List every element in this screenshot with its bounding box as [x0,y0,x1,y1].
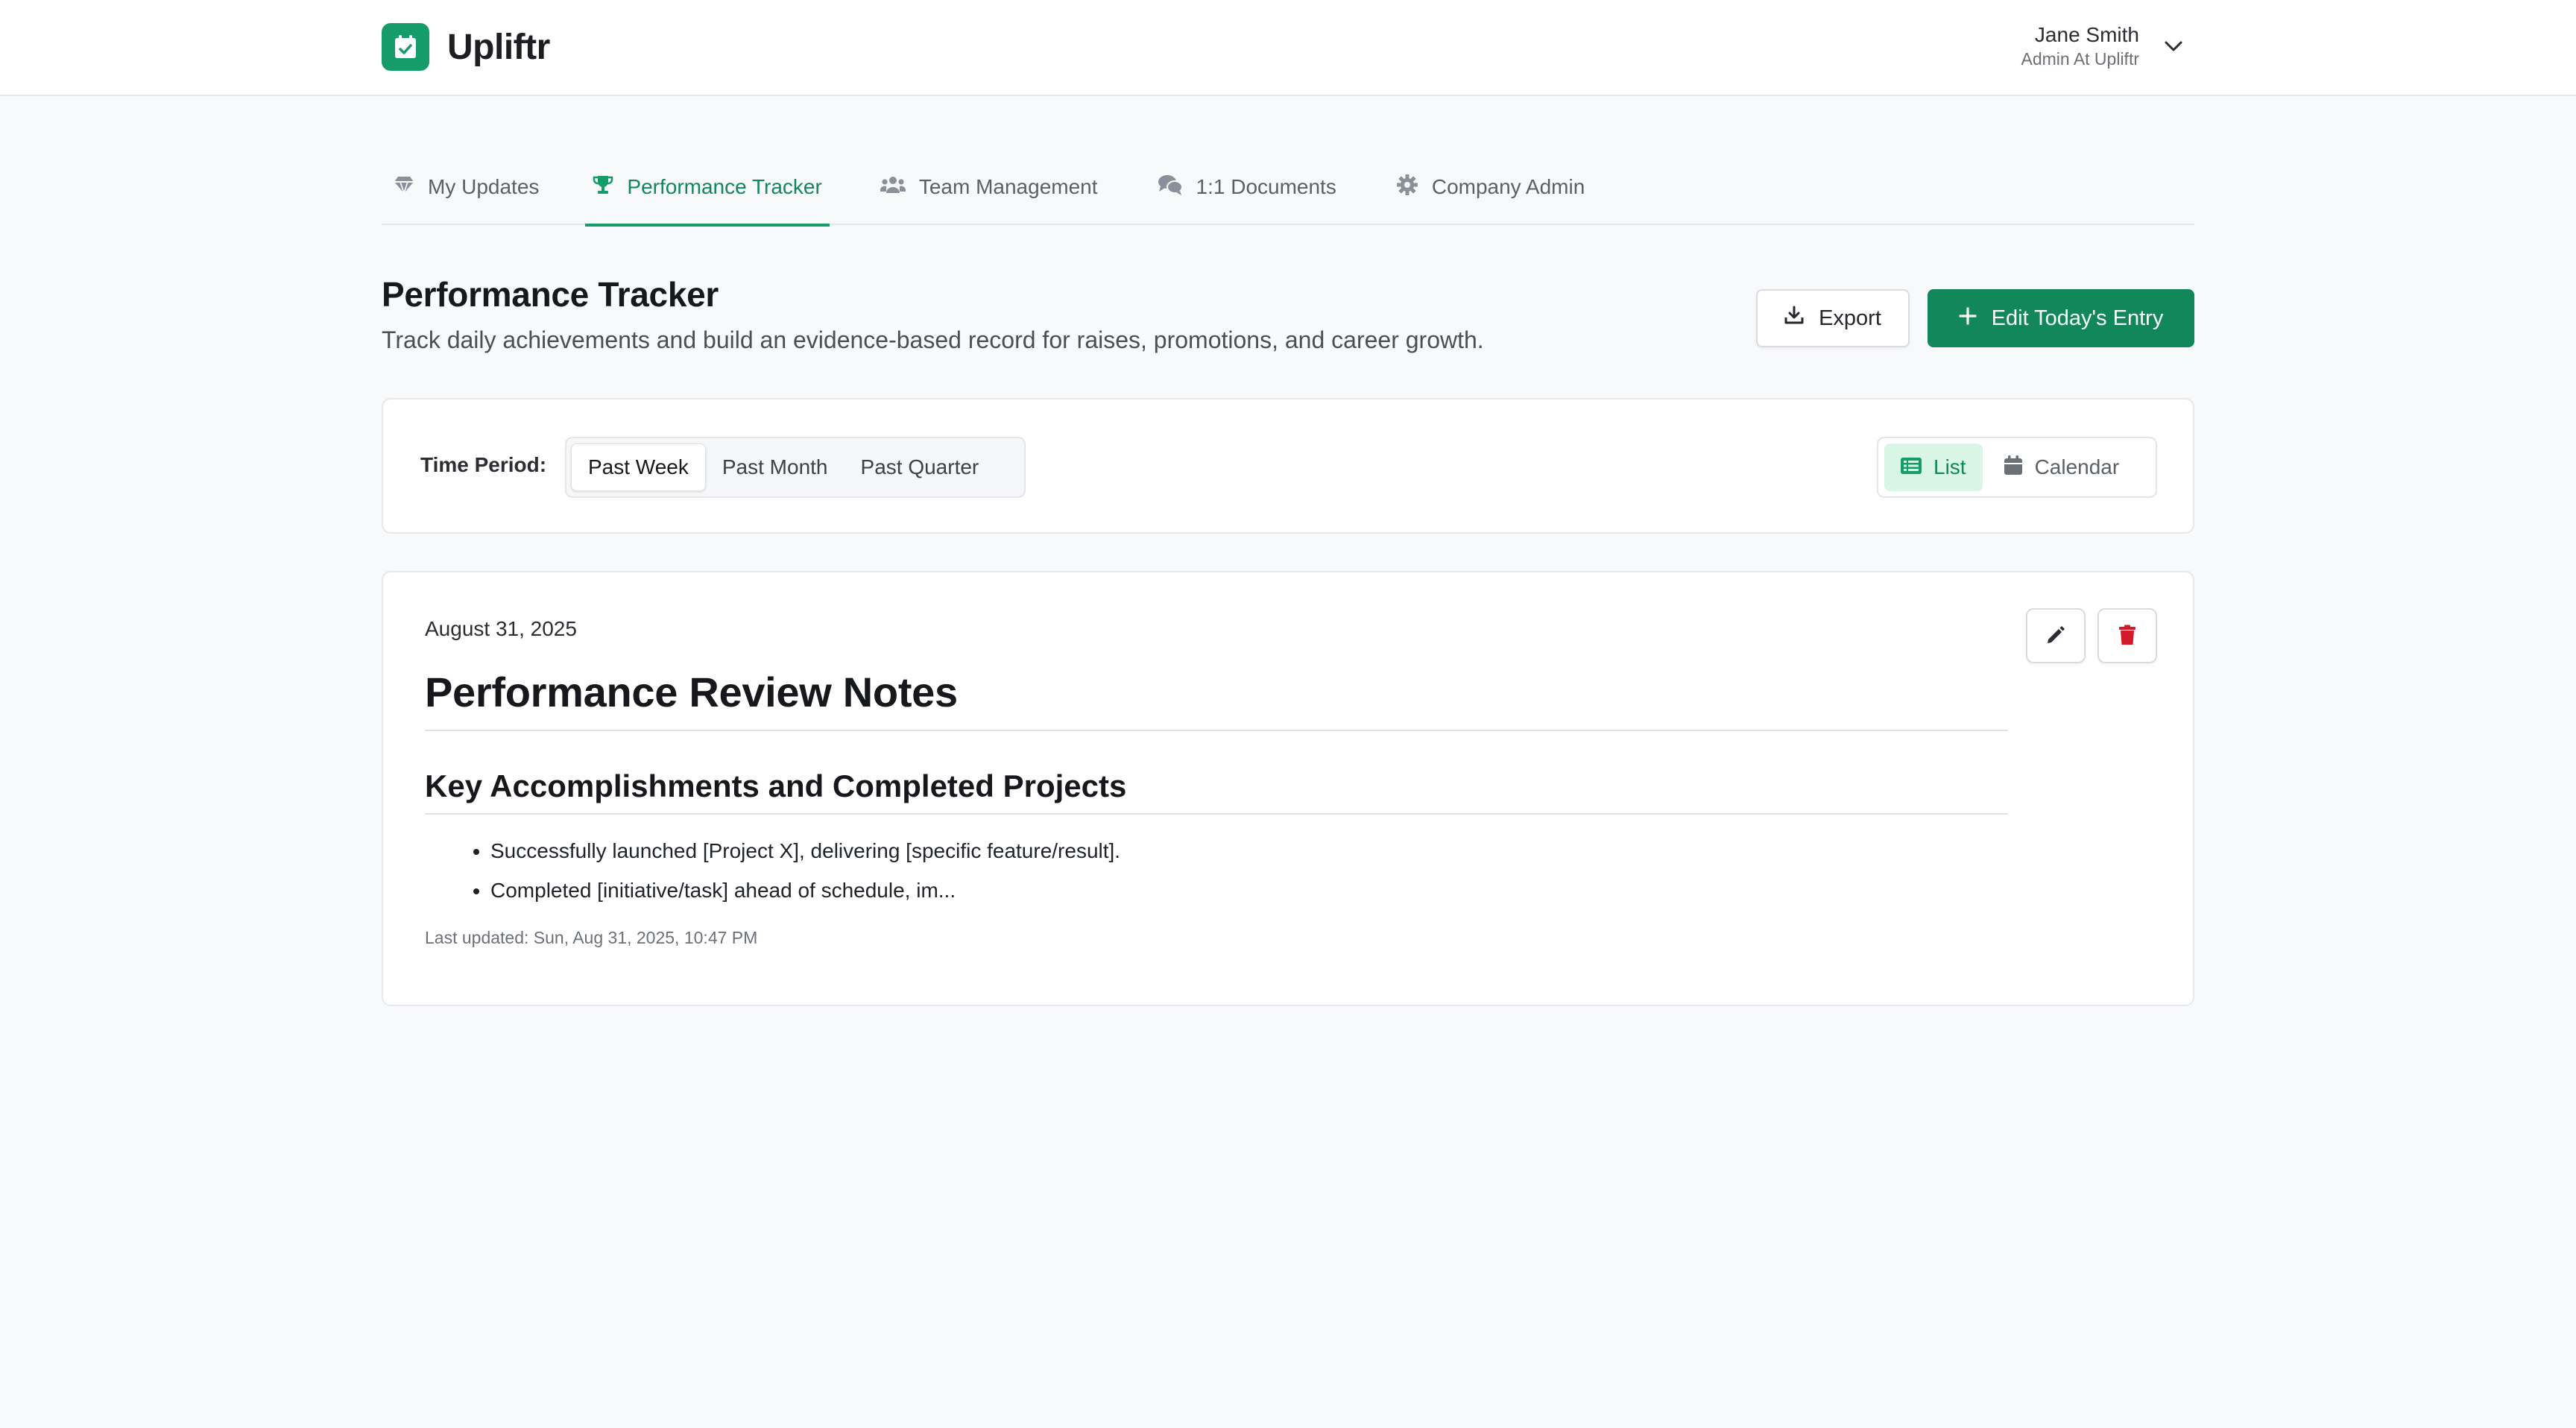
page-actions: Export Edit Today's Entry [1756,289,2194,347]
list-item: Successfully launched [Project X], deliv… [490,831,2008,871]
filter-card: Time Period: Past Week Past Month Past Q… [382,398,2194,534]
gem-icon [394,175,428,200]
delete-entry-button[interactable] [2097,608,2157,663]
entry-heading: Performance Review Notes [425,668,2008,731]
entry-date: August 31, 2025 [425,617,577,640]
user-menu[interactable]: Jane Smith Admin At Upliftr [2021,22,2186,70]
last-updated: Last updated: Sun, Aug 31, 2025, 10:47 P… [425,928,758,947]
entry-card: August 31, 2025 Performance Review Notes… [382,571,2194,1006]
comments-icon [1158,174,1196,201]
trophy-icon [593,174,627,200]
brand[interactable]: Upliftr [382,23,550,71]
view-list-label: List [1933,455,1966,478]
tab-company-admin[interactable]: Company Admin [1389,149,1592,225]
list-icon [1901,455,1933,479]
user-name: Jane Smith [2034,23,2139,46]
view-list-button[interactable]: List [1884,443,1983,491]
top-header: Upliftr Jane Smith Admin At Upliftr [0,0,2576,96]
tab-label: 1:1 Documents [1196,175,1336,198]
trash-icon [2118,625,2136,648]
period-past-month[interactable]: Past Month [706,443,845,491]
time-period-selector: Past Week Past Month Past Quarter [565,437,1026,498]
entry-actions [2026,608,2157,663]
time-period-label: Time Period: [420,453,547,476]
period-past-quarter[interactable]: Past Quarter [845,443,996,491]
export-button[interactable]: Export [1756,289,1910,347]
accomplishments-list: Successfully launched [Project X], deliv… [425,831,2008,910]
tab-my-updates[interactable]: My Updates [386,149,546,225]
calendar-icon [2004,455,2035,481]
chevron-down-icon[interactable] [2162,34,2185,58]
brand-name: Upliftr [447,27,550,67]
view-calendar-label: Calendar [2034,455,2120,478]
export-label: Export [1819,306,1881,330]
pencil-icon [2045,625,2066,648]
user-role: Admin At Upliftr [2021,49,2140,69]
main-nav-tabs: My Updates Performance Tracker Team Mana… [382,149,2194,227]
download-icon [1784,306,1819,331]
calendar-check-icon [382,23,429,71]
tab-label: Company Admin [1431,175,1585,198]
users-icon [880,175,919,200]
page-header: Performance Tracker Track daily achievem… [382,274,2194,364]
edit-todays-entry-button[interactable]: Edit Today's Entry [1928,289,2194,347]
edit-entry-button[interactable] [2026,608,2086,663]
gear-icon [1396,174,1432,201]
view-toggle: List Calendar [1877,437,2157,498]
edit-entry-label: Edit Today's Entry [1991,306,2164,330]
entry-subheading: Key Accomplishments and Completed Projec… [425,768,2008,815]
tab-performance-tracker[interactable]: Performance Tracker [585,149,830,227]
list-item: Completed [initiative/task] ahead of sch… [490,871,2008,910]
tab-1-1-documents[interactable]: 1:1 Documents [1150,149,1344,225]
tab-label: Performance Tracker [627,175,822,198]
plus-icon [1959,306,1992,331]
tab-label: Team Management [918,175,1098,198]
tab-label: My Updates [428,175,540,198]
tab-team-management[interactable]: Team Management [873,149,1105,225]
view-calendar-button[interactable]: Calendar [1987,443,2136,491]
entry-content: Performance Review Notes Key Accomplishm… [425,668,2008,948]
period-past-week[interactable]: Past Week [571,443,706,491]
